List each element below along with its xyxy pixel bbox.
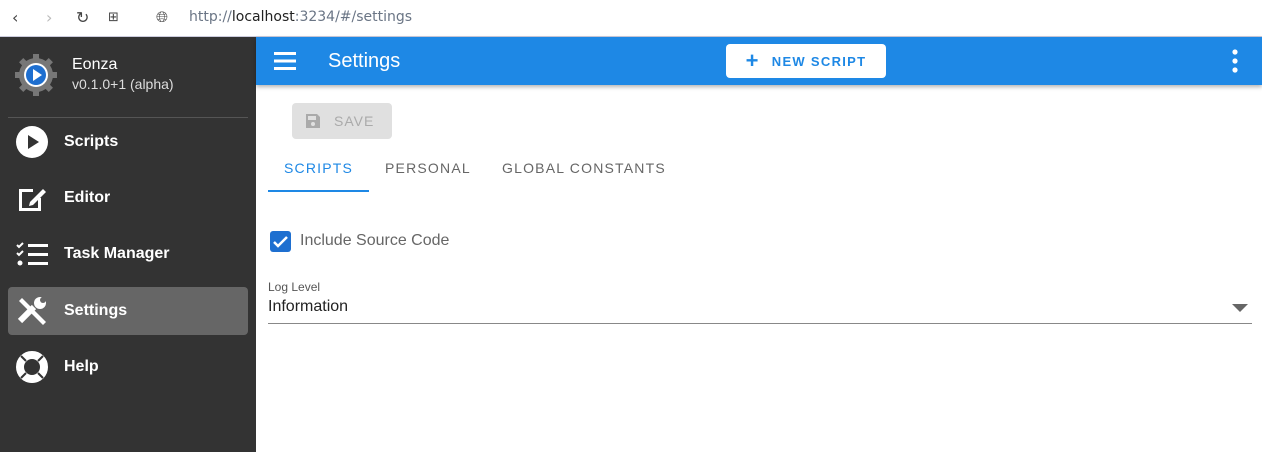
log-level-label: Log Level	[268, 280, 321, 294]
save-button[interactable]: SAVE	[292, 103, 392, 139]
apps-icon[interactable]: ⊞	[108, 10, 119, 25]
browser-toolbar: ‹ › ↻ ⊞ 🌐︎ http://localhost:3234/#/setti…	[0, 0, 1262, 37]
sidebar-item-label: Scripts	[64, 133, 119, 150]
back-icon[interactable]: ‹	[12, 8, 18, 27]
floppy-icon	[306, 114, 320, 128]
sidebar-item-label: Help	[64, 358, 99, 375]
more-vert-icon[interactable]	[1232, 49, 1238, 73]
globe-icon: 🌐︎	[156, 8, 169, 26]
sidebar-item-help[interactable]: Help	[8, 343, 248, 391]
include-source-checkbox[interactable]	[270, 231, 291, 252]
sidebar-item-label: Settings	[64, 302, 128, 319]
log-level-value: Information	[268, 298, 349, 315]
tools-icon	[17, 297, 46, 325]
app-version: v0.1.0+1 (alpha)	[72, 76, 174, 92]
check-icon	[273, 236, 288, 248]
url-prefix: http://	[189, 9, 232, 25]
tab-global-constants[interactable]: GLOBAL CONSTANTS	[502, 160, 666, 176]
tab-personal[interactable]: PERSONAL	[385, 160, 471, 176]
new-script-label: NEW SCRIPT	[771, 53, 867, 69]
log-level-select[interactable]: Information	[268, 298, 1252, 324]
forward-icon[interactable]: ›	[46, 8, 52, 27]
sidebar-item-editor[interactable]: Editor	[8, 174, 248, 222]
app-name: Eonza	[72, 56, 118, 73]
plus-icon: +	[745, 48, 760, 73]
new-script-button[interactable]: + NEW SCRIPT	[726, 44, 886, 78]
tab-scripts[interactable]: SCRIPTS	[284, 160, 353, 176]
sidebar: Eonza v0.1.0+1 (alpha) Scripts Editor Ta…	[0, 37, 256, 452]
url-host: localhost	[231, 9, 295, 25]
edit-icon	[19, 189, 46, 211]
active-tab-indicator	[268, 190, 369, 192]
app-logo-icon	[15, 54, 57, 96]
page-title: Settings	[328, 50, 401, 72]
app-bar: Settings + NEW SCRIPT	[256, 37, 1262, 85]
reload-icon[interactable]: ↻	[76, 8, 89, 27]
sidebar-item-task-manager[interactable]: Task Manager	[8, 230, 248, 278]
sidebar-item-settings[interactable]: Settings	[8, 287, 248, 335]
dropdown-arrow-icon	[1232, 304, 1248, 312]
play-circle-icon	[16, 126, 48, 158]
menu-icon[interactable]	[274, 51, 296, 71]
address-bar[interactable]: http://localhost:3234/#/settings	[189, 9, 412, 25]
sidebar-item-scripts[interactable]: Scripts	[8, 118, 248, 166]
sidebar-item-label: Task Manager	[64, 245, 170, 262]
save-label: SAVE	[334, 113, 375, 129]
lifebuoy-icon	[16, 351, 48, 383]
task-list-icon	[16, 242, 48, 266]
url-path: :3234/#/settings	[294, 9, 413, 25]
sidebar-item-label: Editor	[64, 189, 111, 206]
include-source-label: Include Source Code	[300, 232, 450, 249]
